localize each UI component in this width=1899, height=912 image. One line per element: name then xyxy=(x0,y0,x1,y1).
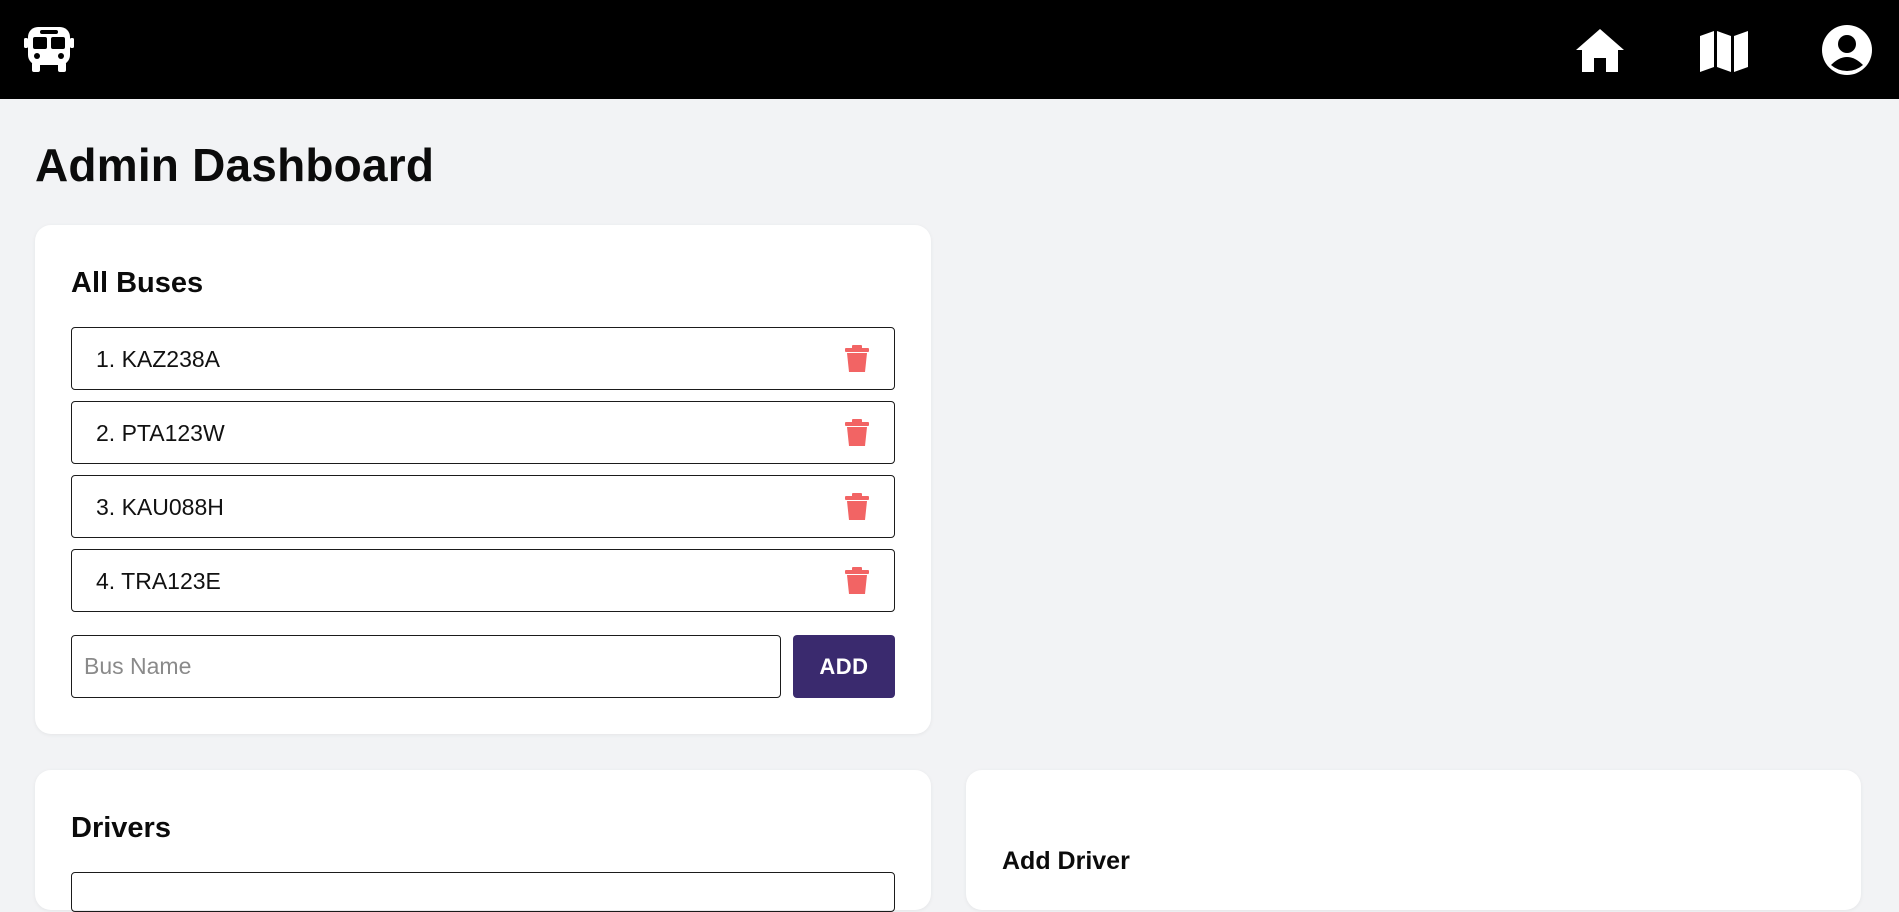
add-bus-row: ADD xyxy=(71,635,895,698)
drivers-title: Drivers xyxy=(71,812,171,844)
all-buses-card: All Buses 1. KAZ238A 2. PTA123W 3. KAU08… xyxy=(35,225,931,734)
trash-icon[interactable] xyxy=(844,345,870,373)
bus-label: 3. KAU088H xyxy=(96,494,224,520)
map-icon[interactable] xyxy=(1696,22,1752,78)
bus-icon[interactable] xyxy=(24,24,74,74)
list-item: 4. TRA123E xyxy=(71,549,895,612)
user-icon[interactable] xyxy=(1819,22,1875,78)
home-icon[interactable] xyxy=(1572,22,1628,78)
bus-label: 1. KAZ238A xyxy=(96,346,221,372)
trash-icon[interactable] xyxy=(844,493,870,521)
add-driver-title: Add Driver xyxy=(1002,847,1130,875)
all-buses-title: All Buses xyxy=(71,267,204,299)
page-title: Admin Dashboard xyxy=(35,139,435,191)
trash-icon[interactable] xyxy=(844,419,870,447)
list-item: 1. KAZ238A xyxy=(71,327,895,390)
list-item: 3. KAU088H xyxy=(71,475,895,538)
add-bus-button[interactable]: ADD xyxy=(793,635,895,698)
top-navbar xyxy=(0,0,1899,99)
bus-label: 4. TRA123E xyxy=(96,568,221,594)
drivers-card: Drivers xyxy=(35,770,931,912)
add-driver-card: Add Driver xyxy=(966,770,1861,910)
bus-name-input[interactable] xyxy=(71,635,781,698)
bus-label: 2. PTA123W xyxy=(96,420,225,446)
bus-list: 1. KAZ238A 2. PTA123W 3. KAU088H 4. TRA1… xyxy=(71,327,895,623)
list-item: 2. PTA123W xyxy=(71,401,895,464)
trash-icon[interactable] xyxy=(844,567,870,595)
list-item xyxy=(71,872,895,912)
